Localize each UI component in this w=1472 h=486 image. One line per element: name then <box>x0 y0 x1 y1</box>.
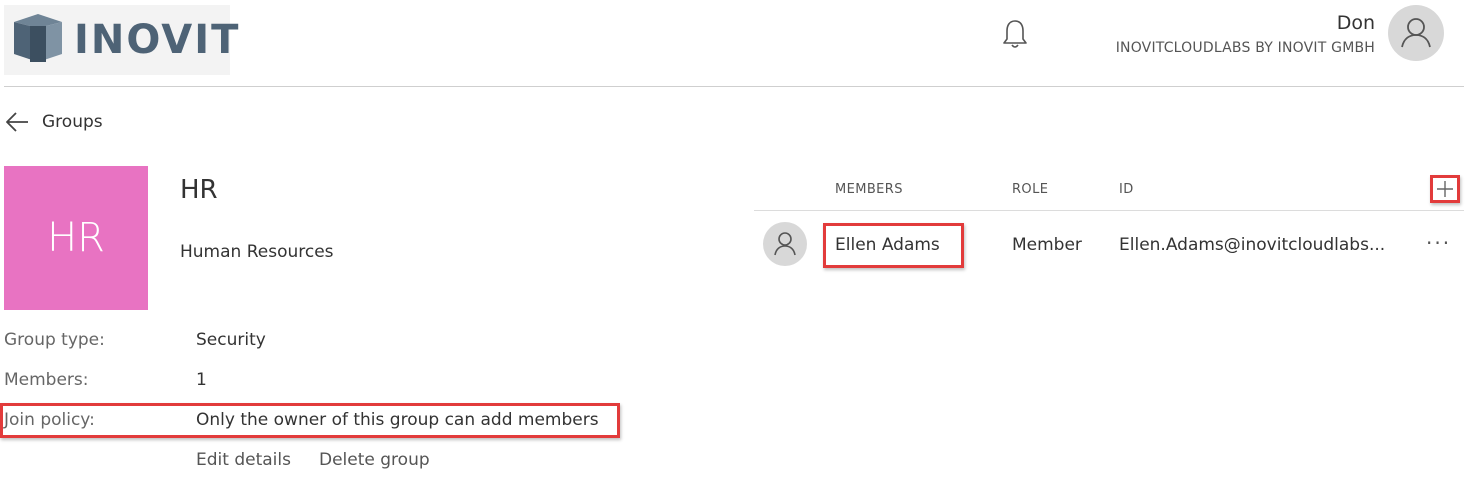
group-name: HR <box>180 175 218 205</box>
join-policy-label: Join policy: <box>4 410 95 430</box>
arrow-left-icon <box>6 112 28 132</box>
notification-bell-icon[interactable] <box>1001 18 1029 50</box>
column-header-role: ROLE <box>1012 182 1049 197</box>
user-name[interactable]: Don <box>1337 11 1375 35</box>
edit-details-link[interactable]: Edit details <box>196 449 291 471</box>
logo-text: INOVIT <box>74 17 241 63</box>
inovit-logo-icon <box>14 14 62 62</box>
user-avatar[interactable] <box>1388 5 1444 61</box>
member-name[interactable]: Ellen Adams <box>835 234 940 256</box>
organization-name: INOVITCLOUDLABS BY INOVIT GMBH <box>1115 40 1375 56</box>
members-count-label: Members: <box>4 370 89 390</box>
group-tile: HR <box>4 166 148 310</box>
person-icon <box>774 232 796 256</box>
table-header-divider <box>754 210 1464 211</box>
member-avatar <box>763 222 807 266</box>
delete-group-link[interactable]: Delete group <box>319 449 430 471</box>
group-description: Human Resources <box>180 242 334 262</box>
member-role: Member <box>1012 235 1082 255</box>
join-policy-value: Only the owner of this group can add mem… <box>196 410 599 430</box>
column-header-members: MEMBERS <box>835 182 903 197</box>
person-icon <box>1401 18 1431 48</box>
back-to-groups-link[interactable]: Groups <box>4 108 103 136</box>
member-id: Ellen.Adams@inovitcloudlabs... <box>1119 235 1386 255</box>
group-type-label: Group type: <box>4 330 105 350</box>
more-options-icon[interactable]: ··· <box>1426 232 1451 254</box>
members-count-value: 1 <box>196 370 207 390</box>
column-header-id: ID <box>1119 182 1134 197</box>
plus-icon <box>1437 181 1453 197</box>
header-divider <box>4 86 1464 87</box>
back-label: Groups <box>42 112 103 132</box>
group-type-value: Security <box>196 330 266 350</box>
group-initials: HR <box>47 215 105 261</box>
add-member-button[interactable] <box>1430 175 1460 203</box>
